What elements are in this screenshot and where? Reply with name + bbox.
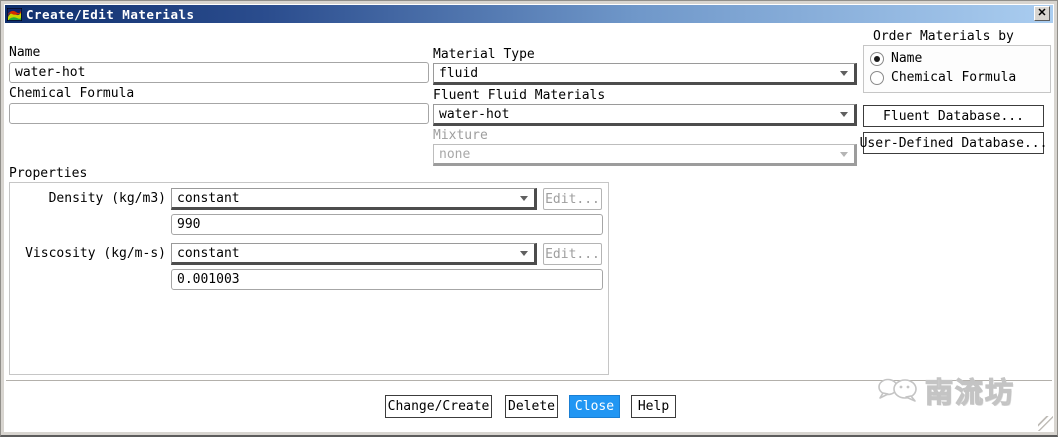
density-label: Density (kg/m3) (11, 192, 166, 206)
close-window-button[interactable]: ✕ (1034, 6, 1050, 21)
properties-label: Properties (9, 167, 87, 181)
titlebar: Create/Edit Materials ✕ (5, 5, 1053, 23)
user-defined-database-button[interactable]: User-Defined Database... (863, 132, 1044, 154)
radio-label: Chemical Formula (891, 70, 1016, 85)
name-input[interactable] (9, 62, 429, 83)
density-edit-button: Edit... (543, 188, 602, 210)
create-edit-materials-dialog: Create/Edit Materials ✕ Name Chemical Fo… (0, 0, 1058, 437)
fluent-fluid-materials-dropdown[interactable]: water-hot (433, 104, 857, 126)
material-type-dropdown[interactable]: fluid (433, 63, 857, 85)
radio-order-by-name[interactable]: Name (870, 51, 922, 66)
material-type-label: Material Type (433, 48, 535, 62)
close-icon: ✕ (1037, 8, 1046, 19)
chemical-formula-input[interactable] (9, 103, 429, 124)
density-method-dropdown[interactable]: constant (171, 188, 537, 210)
material-type-value: fluid (439, 66, 478, 81)
name-label: Name (9, 46, 40, 60)
resize-grip-icon[interactable] (1038, 416, 1053, 431)
chevron-down-icon (520, 251, 528, 256)
order-materials-by-label: Order Materials by (873, 30, 1014, 44)
viscosity-method-value: constant (177, 246, 240, 261)
footer-divider (6, 380, 1052, 382)
mixture-value: none (439, 147, 470, 162)
mixture-label: Mixture (433, 129, 488, 143)
change-create-button[interactable]: Change/Create (385, 395, 492, 418)
density-value-input[interactable] (171, 214, 603, 235)
delete-button[interactable]: Delete (505, 395, 558, 418)
fluent-app-icon (7, 8, 22, 21)
viscosity-label: Viscosity (kg/m-s) (11, 247, 166, 261)
fluent-fluid-materials-value: water-hot (439, 107, 509, 122)
window-title: Create/Edit Materials (26, 7, 195, 22)
viscosity-value-input[interactable] (171, 269, 603, 290)
chevron-down-icon (840, 152, 848, 157)
fluent-fluid-materials-label: Fluent Fluid Materials (433, 89, 605, 103)
density-method-value: constant (177, 191, 240, 206)
chevron-down-icon (520, 196, 528, 201)
chevron-down-icon (840, 71, 848, 76)
viscosity-edit-button: Edit... (543, 243, 602, 265)
fluent-database-button[interactable]: Fluent Database... (863, 105, 1044, 127)
close-button[interactable]: Close (569, 395, 620, 418)
radio-label: Name (891, 51, 922, 66)
viscosity-method-dropdown[interactable]: constant (171, 243, 537, 265)
radio-order-by-chemical-formula[interactable]: Chemical Formula (870, 70, 1016, 85)
help-button[interactable]: Help (631, 395, 676, 418)
mixture-dropdown: none (433, 144, 857, 166)
watermark-text: 南流坊 (925, 379, 1015, 407)
radio-icon (870, 71, 884, 85)
radio-icon (870, 52, 884, 66)
chemical-formula-label: Chemical Formula (9, 87, 134, 101)
chevron-down-icon (840, 112, 848, 117)
